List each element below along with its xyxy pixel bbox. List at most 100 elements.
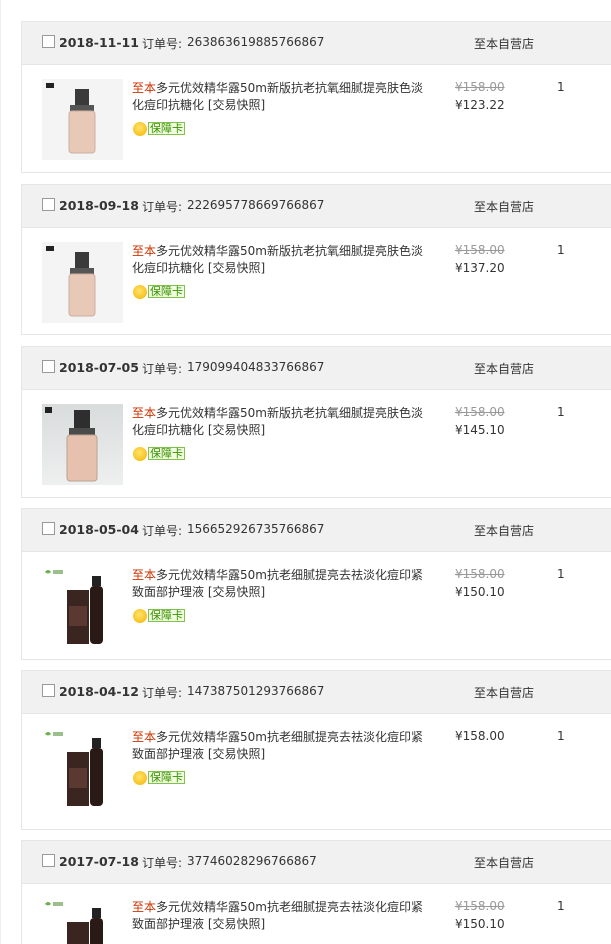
left-border [0,0,1,944]
product-title-link[interactable]: 至本多元优效精华露50m抗老细腻提亮去祛淡化痘印紧致面部护理液 [交易快照] [132,567,432,601]
trade-snapshot-link[interactable]: [交易快照] [208,747,265,761]
order-date: 2018-05-04 [59,522,139,537]
guarantee-card-badge[interactable]: 保障卡 [133,284,185,299]
guarantee-card-badge[interactable]: 保障卡 [133,121,185,136]
order-header: 2018-07-05 订单号: 179099404833766867 至本自营店 [22,347,611,390]
order-card: 2018-05-04 订单号: 156652926735766867 至本自营店… [21,508,611,660]
order-select-checkbox[interactable] [42,522,55,535]
trade-snapshot-link[interactable]: [交易快照] [208,917,265,931]
order-select-checkbox[interactable] [42,684,55,697]
product-thumbnail[interactable] [42,728,123,809]
order-header: 2017-07-18 订单号: 37746028296766867 至本自营店 [22,841,611,884]
shop-name-link[interactable]: 至本自营店 [474,360,534,377]
product-title-link[interactable]: 至本多元优效精华露50m新版抗老抗氧细腻提亮肤色淡化痘印抗糖化 [交易快照] [132,243,432,277]
order-date: 2018-09-18 [59,198,139,213]
product-thumbnail[interactable] [42,242,123,323]
product-image [45,407,98,482]
trade-snapshot-link[interactable]: [交易快照] [208,423,265,437]
guarantee-card-badge[interactable]: 保障卡 [133,446,185,461]
guarantee-icon [133,770,147,785]
order-select-checkbox[interactable] [42,360,55,373]
order-card: 2017-07-18 订单号: 37746028296766867 至本自营店 … [21,840,611,944]
shop-name-link[interactable]: 至本自营店 [474,854,534,871]
product-image [46,246,96,317]
order-select-checkbox[interactable] [42,198,55,211]
order-header: 2018-09-18 订单号: 222695778669766867 至本自营店 [22,185,611,228]
product-name: 多元优效精华露50m新版抗老抗氧细腻提亮肤色淡化痘印抗糖化 [132,244,423,275]
order-date: 2018-11-11 [59,35,139,50]
order-number: 147387501293766867 [187,684,325,698]
product-brand: 至本 [132,568,157,582]
product-brand: 至本 [132,244,157,258]
guarantee-label: 保障卡 [148,771,185,784]
order-number-label: 订单号: [142,37,183,51]
paid-price: ¥123.22 [455,98,505,112]
product-title-link[interactable]: 至本多元优效精华露50m新版抗老抗氧细腻提亮肤色淡化痘印抗糖化 [交易快照] [132,80,432,114]
original-price: ¥158.00 [455,899,505,913]
product-image [45,732,103,806]
guarantee-icon [133,446,147,461]
order-date: 2018-04-12 [59,684,139,699]
order-number: 156652926735766867 [187,522,325,536]
quantity: 1 [557,899,565,913]
order-number: 222695778669766867 [187,198,325,212]
product-brand: 至本 [132,406,157,420]
guarantee-icon [133,121,147,136]
order-header: 2018-11-11 订单号: 263863619885766867 至本自营店 [22,22,611,65]
original-price: ¥158.00 [455,80,505,94]
guarantee-card-badge[interactable]: 保障卡 [133,608,185,623]
product-title-link[interactable]: 至本多元优效精华露50m新版抗老抗氧细腻提亮肤色淡化痘印抗糖化 [交易快照] [132,405,432,439]
guarantee-card-badge[interactable]: 保障卡 [133,770,185,785]
order-card: 2018-11-11 订单号: 263863619885766867 至本自营店… [21,21,611,173]
product-brand: 至本 [132,730,157,744]
shop-name-link[interactable]: 至本自营店 [474,35,534,52]
product-thumbnail[interactable] [42,566,123,647]
trade-snapshot-link[interactable]: [交易快照] [208,261,265,275]
product-image [45,902,103,944]
product-image [45,570,103,644]
product-brand: 至本 [132,81,157,95]
original-price: ¥158.00 [455,243,505,257]
product-thumbnail[interactable] [42,898,123,944]
order-number-label: 订单号: [142,856,183,870]
order-number-label: 订单号: [142,686,183,700]
order-header: 2018-04-12 订单号: 147387501293766867 至本自营店 [22,671,611,714]
paid-price: ¥150.10 [455,917,505,931]
guarantee-label: 保障卡 [148,285,185,298]
trade-snapshot-link[interactable]: [交易快照] [208,585,265,599]
original-price: ¥158.00 [455,567,505,581]
trade-snapshot-link[interactable]: [交易快照] [208,98,265,112]
quantity: 1 [557,405,565,419]
product-brand: 至本 [132,900,157,914]
order-select-checkbox[interactable] [42,854,55,867]
order-date: 2017-07-18 [59,854,139,869]
order-card: 2018-07-05 订单号: 179099404833766867 至本自营店… [21,346,611,498]
quantity: 1 [557,567,565,581]
quantity: 1 [557,243,565,257]
product-name: 多元优效精华露50m抗老细腻提亮去祛淡化痘印紧致面部护理液 [132,900,423,931]
product-name: 多元优效精华露50m抗老细腻提亮去祛淡化痘印紧致面部护理液 [132,568,423,599]
quantity: 1 [557,80,565,94]
guarantee-label: 保障卡 [148,609,185,622]
order-card: 2018-09-18 订单号: 222695778669766867 至本自营店… [21,184,611,335]
original-price: ¥158.00 [455,405,505,419]
product-title-link[interactable]: 至本多元优效精华露50m抗老细腻提亮去祛淡化痘印紧致面部护理液 [交易快照] [132,729,432,763]
shop-name-link[interactable]: 至本自营店 [474,198,534,215]
order-number: 37746028296766867 [187,854,317,868]
product-thumbnail[interactable] [42,79,123,160]
shop-name-link[interactable]: 至本自营店 [474,684,534,701]
order-card: 2018-04-12 订单号: 147387501293766867 至本自营店… [21,670,611,830]
product-name: 多元优效精华露50m抗老细腻提亮去祛淡化痘印紧致面部护理液 [132,730,423,761]
shop-name-link[interactable]: 至本自营店 [474,522,534,539]
order-select-checkbox[interactable] [42,35,55,48]
paid-price: ¥150.10 [455,585,505,599]
order-number: 179099404833766867 [187,360,325,374]
quantity: 1 [557,729,565,743]
paid-price: ¥137.20 [455,261,505,275]
product-title-link[interactable]: 至本多元优效精华露50m抗老细腻提亮去祛淡化痘印紧致面部护理液 [交易快照] [132,899,432,933]
order-date: 2018-07-05 [59,360,139,375]
guarantee-icon [133,608,147,623]
guarantee-label: 保障卡 [148,447,185,460]
order-number-label: 订单号: [142,362,183,376]
product-thumbnail[interactable] [42,404,123,485]
